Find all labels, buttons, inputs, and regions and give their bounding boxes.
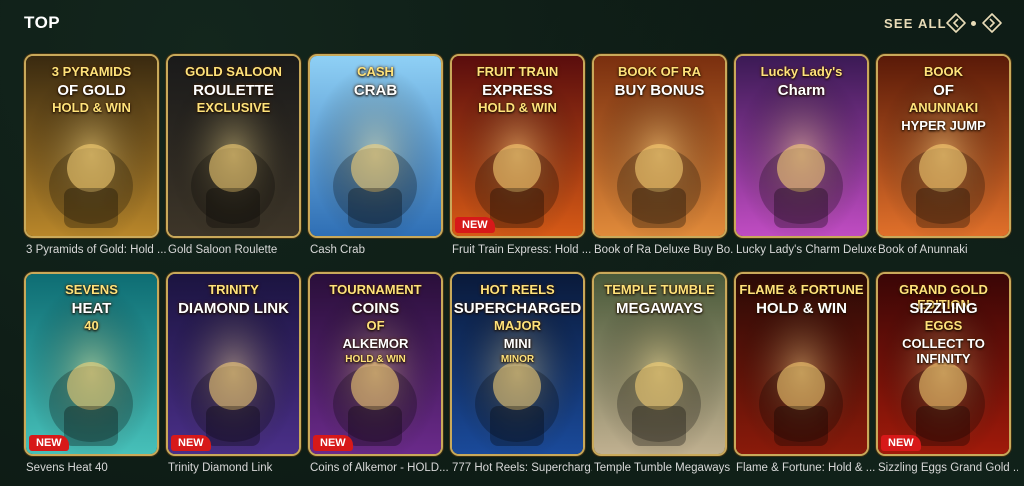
game-logo-text: 3 PYRAMIDS: [51, 64, 132, 79]
game-thumbnail[interactable]: TOURNAMENT COINS OF ALKEMOR HOLD & WIN NEW: [310, 274, 441, 454]
game-logo-text: TRINITY: [208, 282, 259, 297]
see-all-link[interactable]: SEE ALL: [884, 16, 947, 31]
game-logo-text: MINI: [503, 336, 532, 351]
game-title[interactable]: Lucky Lady's Charm Deluxe: [736, 244, 876, 256]
game-title[interactable]: Temple Tumble Megaways: [594, 462, 734, 474]
game-tile[interactable]: FRUIT TRAIN EXPRESS HOLD & WIN NEW Fruit Tra…: [452, 56, 591, 256]
game-title[interactable]: Fruit Train Express: Hold ...: [452, 244, 592, 256]
game-logo-text: ALKEMOR: [342, 336, 409, 351]
game-title[interactable]: Flame & Fortune: Hold & ...: [736, 462, 876, 474]
game-thumbnail[interactable]: Lucky Lady's Charm: [736, 56, 867, 236]
game-logo-text: OF: [366, 318, 385, 333]
game-tile[interactable]: BOOK OF ANUNNAKI HYPER JUMP Book of Anunnaki: [878, 56, 1009, 256]
game-tile[interactable]: HOT REELS SUPERCHARGED MAJOR MINI MINOR 777 H…: [452, 274, 592, 474]
game-tile[interactable]: SEVENS HEAT 40 NEW Sevens Heat 40: [26, 274, 157, 474]
game-tile[interactable]: CASH CRAB Cash Crab: [310, 56, 441, 256]
game-logo-text: MINOR: [500, 354, 535, 365]
game-logo-text: HOLD & WIN: [52, 100, 131, 115]
game-logo-text: HEAT: [71, 300, 112, 317]
game-logo-text: COLLECT TO INFINITY: [902, 336, 985, 366]
game-logo-text: HYPER JUMP: [901, 118, 986, 133]
new-badge: NEW: [171, 435, 211, 451]
game-tile[interactable]: GRAND GOLD EDITION SIZZLING EGGS COLLECT TO…: [878, 274, 1018, 474]
game-thumbnail[interactable]: 3 PYRAMIDS OF GOLD HOLD & WIN: [26, 56, 157, 236]
game-logo-text: GOLD SALOON: [185, 64, 282, 79]
game-tile[interactable]: TEMPLE TUMBLE MEGAWAYS Temple Tumble Megaw…: [594, 274, 730, 474]
game-thumbnail[interactable]: TEMPLE TUMBLE MEGAWAYS: [594, 274, 725, 454]
game-logo-text: MEGAWAYS: [616, 300, 703, 317]
game-logo-text: DIAMOND LINK: [178, 300, 289, 317]
game-thumbnail[interactable]: BOOK OF RA BUY BONUS: [594, 56, 725, 236]
game-logo-text: MAJOR: [494, 318, 541, 333]
game-logo-text: 40: [84, 318, 99, 333]
game-logo-text: BUY BONUS: [614, 82, 705, 99]
game-title[interactable]: Coins of Alkemor - HOLD...: [310, 462, 450, 474]
game-tile[interactable]: TRINITY DIAMOND LINK NEW Trinity Diamond Li…: [168, 274, 299, 474]
game-title[interactable]: 777 Hot Reels: Supercharg...: [452, 462, 592, 474]
game-title[interactable]: Trinity Diamond Link: [168, 462, 308, 474]
game-logo-text: HOLD & WIN: [345, 354, 406, 365]
game-thumbnail[interactable]: SEVENS HEAT 40 NEW: [26, 274, 157, 454]
game-thumbnail[interactable]: FLAME & FORTUNE HOLD & WIN: [736, 274, 867, 454]
game-logo-text: EXCLUSIVE: [196, 100, 271, 115]
game-logo-text: ANUNNAKI: [908, 100, 979, 115]
game-logo-text: TEMPLE TUMBLE: [604, 282, 715, 297]
chevron-left-icon: [946, 13, 966, 33]
game-tile[interactable]: Lucky Lady's Charm Lucky Lady's Charm Delu…: [736, 56, 876, 256]
game-thumbnail[interactable]: HOT REELS SUPERCHARGED MAJOR MINI MINOR: [452, 274, 583, 454]
new-badge: NEW: [313, 435, 353, 451]
game-title[interactable]: Cash Crab: [310, 244, 450, 256]
game-logo-text: FRUIT TRAIN: [476, 64, 559, 79]
new-badge: NEW: [29, 435, 69, 451]
game-logo-text: COINS: [351, 300, 400, 317]
game-tile[interactable]: BOOK OF RA BUY BONUS Book of Ra Deluxe Buy…: [594, 56, 734, 256]
game-tile[interactable]: FLAME & FORTUNE HOLD & WIN Flame & Fortune…: [736, 274, 875, 474]
carousel-prev-button[interactable]: [944, 12, 968, 34]
new-badge: NEW: [881, 435, 921, 451]
game-logo-text: SUPERCHARGED: [453, 300, 582, 317]
section-title: TOP: [24, 13, 61, 32]
game-thumbnail[interactable]: FRUIT TRAIN EXPRESS HOLD & WIN NEW: [452, 56, 583, 236]
game-logo-text: OF GOLD: [57, 82, 126, 99]
carousel-next-button[interactable]: [980, 12, 1004, 34]
game-logo-text: Charm: [777, 82, 826, 99]
game-title[interactable]: Gold Saloon Roulette: [168, 244, 308, 256]
game-thumbnail[interactable]: GRAND GOLD EDITION SIZZLING EGGS COLLECT TO…: [878, 274, 1009, 454]
game-logo-text: EXPRESS: [482, 82, 553, 99]
game-logo-text: ROULETTE: [193, 82, 274, 99]
game-logo-text: BOOK OF RA: [617, 64, 702, 79]
game-thumbnail[interactable]: BOOK OF ANUNNAKI HYPER JUMP: [878, 56, 1009, 236]
game-tile[interactable]: 3 PYRAMIDS OF GOLD HOLD & WIN 3 Pyramids of…: [26, 56, 166, 256]
game-title[interactable]: Book of Ra Deluxe Buy Bo...: [594, 244, 734, 256]
game-thumbnail[interactable]: GOLD SALOON ROULETTE EXCLUSIVE: [168, 56, 299, 236]
game-logo-text: SIZZLING: [909, 300, 978, 317]
game-logo-text: FLAME & FORTUNE: [739, 282, 864, 297]
game-tile[interactable]: TOURNAMENT COINS OF ALKEMOR HOLD & WIN NEW Coi…: [310, 274, 449, 474]
game-logo-text: TOURNAMENT: [329, 282, 422, 297]
game-tile[interactable]: GOLD SALOON ROULETTE EXCLUSIVE Gold Saloon …: [168, 56, 299, 256]
carousel-indicator-dot: [971, 21, 976, 26]
game-logo-text: OF: [933, 82, 954, 99]
game-logo-text: CRAB: [353, 82, 398, 99]
game-logo-text: Lucky Lady's: [760, 64, 843, 79]
game-title[interactable]: 3 Pyramids of Gold: Hold ...: [26, 244, 166, 256]
game-title[interactable]: Sizzling Eggs Grand Gold ...: [878, 462, 1018, 474]
game-logo-text: BOOK: [924, 64, 963, 79]
game-logo-text: HOT REELS: [480, 282, 555, 297]
top-section-header: TOP SEE ALL: [0, 0, 1024, 46]
game-logo-text: HOLD & WIN: [756, 300, 847, 317]
game-thumbnail[interactable]: TRINITY DIAMOND LINK NEW: [168, 274, 299, 454]
game-logo-text: HOLD & WIN: [478, 100, 557, 115]
new-badge: NEW: [455, 217, 495, 233]
game-title[interactable]: Book of Anunnaki: [878, 244, 1018, 256]
game-logo-text: CASH: [357, 64, 394, 79]
game-thumbnail[interactable]: CASH CRAB: [310, 56, 441, 236]
chevron-right-icon: [982, 13, 1002, 33]
game-title[interactable]: Sevens Heat 40: [26, 462, 166, 474]
game-logo-text: EGGS: [924, 318, 963, 333]
game-logo-text: SEVENS: [65, 282, 118, 297]
